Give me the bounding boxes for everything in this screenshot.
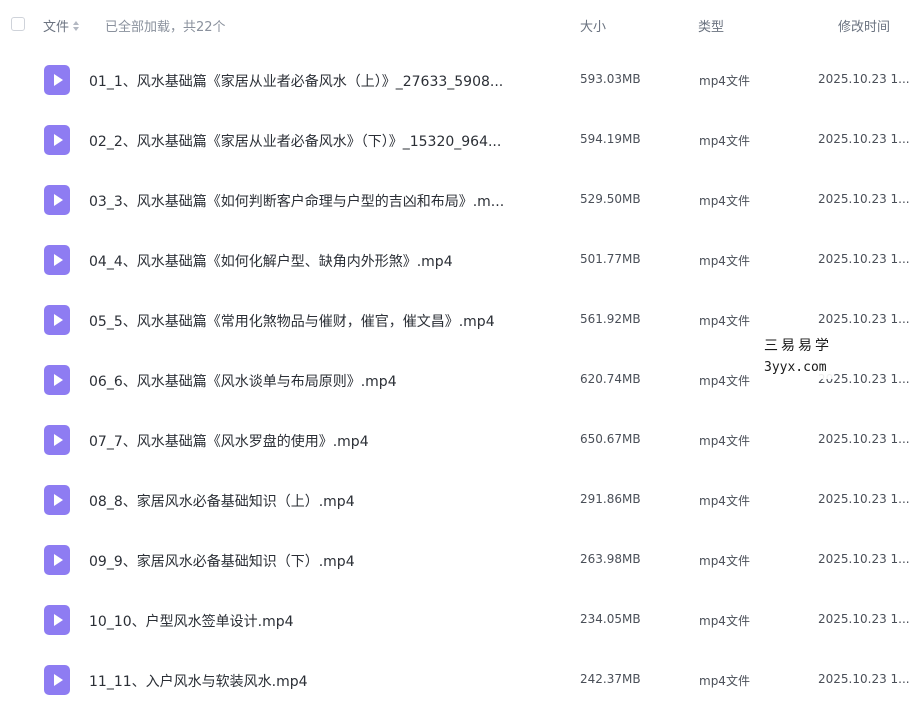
file-row[interactable]: 11_11、入户风水与软装风水.mp4 242.37MB mp4文件 2025.… (0, 650, 923, 710)
watermark: 三易易学 3yyx.com (762, 335, 834, 379)
file-size: 263.98MB (580, 552, 641, 566)
file-modified-time: 2025.10.23 1... (818, 672, 910, 686)
file-size: 620.74MB (580, 372, 641, 386)
file-type: mp4文件 (699, 434, 750, 448)
file-type: mp4文件 (699, 614, 750, 628)
column-header-modified-time[interactable]: 修改时间 (838, 16, 890, 35)
file-list-header: 文件 已全部加载，共22个 大小 类型 修改时间 (0, 0, 923, 48)
file-row[interactable]: 10_10、户型风水签单设计.mp4 234.05MB mp4文件 2025.1… (0, 590, 923, 650)
file-type: mp4文件 (699, 194, 750, 208)
file-type: mp4文件 (699, 554, 750, 568)
file-size: 593.03MB (580, 72, 641, 86)
file-modified-time: 2025.10.23 1... (818, 312, 910, 326)
file-name[interactable]: 06_6、风水基础篇《风水谈单与布局原则》.mp4 (89, 371, 397, 391)
video-file-icon (44, 425, 70, 455)
column-header-type[interactable]: 类型 (698, 16, 724, 35)
video-file-icon (44, 545, 70, 575)
file-type: mp4文件 (699, 494, 750, 508)
file-name[interactable]: 03_3、风水基础篇《如何判断客户命理与户型的吉凶和布局》.m... (89, 191, 504, 211)
video-file-icon (44, 305, 70, 335)
file-modified-time: 2025.10.23 1... (818, 612, 910, 626)
video-file-icon (44, 65, 70, 95)
watermark-title: 三易易学 (764, 338, 832, 354)
file-row[interactable]: 01_1、风水基础篇《家居从业者必备风水（上）》_27633_5908... 5… (0, 50, 923, 110)
file-type: mp4文件 (699, 374, 750, 388)
file-name[interactable]: 01_1、风水基础篇《家居从业者必备风水（上）》_27633_5908... (89, 71, 503, 91)
video-file-icon (44, 185, 70, 215)
file-name[interactable]: 08_8、家居风水必备基础知识（上）.mp4 (89, 491, 355, 511)
file-size: 650.67MB (580, 432, 641, 446)
file-type: mp4文件 (699, 314, 750, 328)
column-header-name-label: 文件 (43, 20, 70, 35)
video-file-icon (44, 665, 70, 695)
file-type: mp4文件 (699, 134, 750, 148)
file-size: 234.05MB (580, 612, 641, 626)
sort-icon[interactable] (73, 20, 80, 31)
file-name[interactable]: 11_11、入户风水与软装风水.mp4 (89, 671, 308, 691)
file-name[interactable]: 10_10、户型风水签单设计.mp4 (89, 611, 294, 631)
file-size: 242.37MB (580, 672, 641, 686)
file-name[interactable]: 07_7、风水基础篇《风水罗盘的使用》.mp4 (89, 431, 369, 451)
video-file-icon (44, 605, 70, 635)
file-row[interactable]: 04_4、风水基础篇《如何化解户型、缺角内外形煞》.mp4 501.77MB m… (0, 230, 923, 290)
file-modified-time: 2025.10.23 1... (818, 252, 910, 266)
file-size: 561.92MB (580, 312, 641, 326)
video-file-icon (44, 485, 70, 515)
file-type: mp4文件 (699, 254, 750, 268)
file-size: 529.50MB (580, 192, 641, 206)
column-header-size[interactable]: 大小 (580, 16, 606, 35)
file-name[interactable]: 09_9、家居风水必备基础知识（下）.mp4 (89, 551, 355, 571)
file-name[interactable]: 02_2、风水基础篇《家居从业者必备风水》（下）》_15320_964... (89, 131, 501, 151)
video-file-icon (44, 125, 70, 155)
video-file-icon (44, 245, 70, 275)
loaded-count-info: 已全部加载，共22个 (105, 20, 226, 35)
column-header-name[interactable]: 文件 (43, 16, 80, 35)
file-modified-time: 2025.10.23 1... (818, 552, 910, 566)
file-type: mp4文件 (699, 674, 750, 688)
file-row[interactable]: 08_8、家居风水必备基础知识（上）.mp4 291.86MB mp4文件 20… (0, 470, 923, 530)
file-list: 01_1、风水基础篇《家居从业者必备风水（上）》_27633_5908... 5… (0, 50, 923, 710)
file-row[interactable]: 07_7、风水基础篇《风水罗盘的使用》.mp4 650.67MB mp4文件 2… (0, 410, 923, 470)
file-modified-time: 2025.10.23 1... (818, 432, 910, 446)
file-modified-time: 2025.10.23 1... (818, 492, 910, 506)
file-name[interactable]: 05_5、风水基础篇《常用化煞物品与催财，催官，催文昌》.mp4 (89, 311, 495, 331)
watermark-url: 3yyx.com (764, 360, 827, 375)
file-type: mp4文件 (699, 74, 750, 88)
video-file-icon (44, 365, 70, 395)
file-size: 291.86MB (580, 492, 641, 506)
file-row[interactable]: 02_2、风水基础篇《家居从业者必备风水》（下）》_15320_964... 5… (0, 110, 923, 170)
file-modified-time: 2025.10.23 1... (818, 132, 910, 146)
file-size: 594.19MB (580, 132, 641, 146)
file-modified-time: 2025.10.23 1... (818, 72, 910, 86)
file-row[interactable]: 03_3、风水基础篇《如何判断客户命理与户型的吉凶和布局》.m... 529.5… (0, 170, 923, 230)
file-name[interactable]: 04_4、风水基础篇《如何化解户型、缺角内外形煞》.mp4 (89, 251, 453, 271)
select-all-checkbox[interactable] (11, 17, 25, 31)
file-size: 501.77MB (580, 252, 641, 266)
file-row[interactable]: 09_9、家居风水必备基础知识（下）.mp4 263.98MB mp4文件 20… (0, 530, 923, 590)
file-modified-time: 2025.10.23 1... (818, 192, 910, 206)
